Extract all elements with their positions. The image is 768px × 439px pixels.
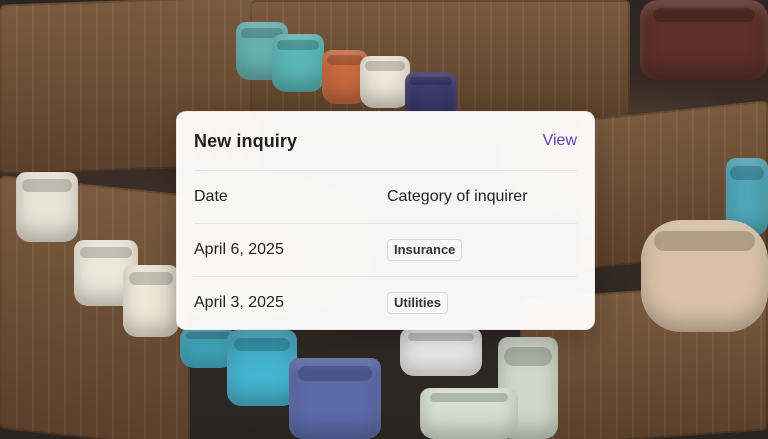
- new-inquiry-card: New inquiry View Date Category of inquir…: [176, 111, 595, 330]
- background-photo: New inquiry View Date Category of inquir…: [0, 0, 768, 439]
- ceramic-cup: [16, 172, 78, 242]
- ceramic-cup: [641, 220, 768, 332]
- view-link[interactable]: View: [543, 132, 577, 150]
- ceramic-cup: [640, 0, 768, 80]
- ceramic-cup: [289, 358, 381, 439]
- ceramic-cup: [227, 330, 297, 406]
- table-row: April 6, 2025 Insurance: [194, 224, 577, 277]
- row-date: April 6, 2025: [194, 241, 284, 258]
- column-header-date: Date: [194, 188, 228, 205]
- table-header-row: Date Category of inquirer: [194, 171, 577, 224]
- ceramic-cup: [420, 388, 518, 439]
- card-title: New inquiry: [194, 130, 298, 151]
- ceramic-cup: [360, 56, 410, 108]
- ceramic-cup: [400, 328, 482, 376]
- category-badge: Utilities: [387, 292, 448, 314]
- inquiries-table: Date Category of inquirer April 6, 2025 …: [194, 171, 577, 329]
- column-header-category: Category of inquirer: [387, 188, 528, 205]
- row-category: Insurance: [387, 239, 577, 261]
- table-row: April 3, 2025 Utilities: [194, 277, 577, 329]
- ceramic-cup: [123, 265, 179, 337]
- category-badge: Insurance: [387, 239, 463, 261]
- row-date: April 3, 2025: [194, 294, 284, 311]
- ceramic-cup: [272, 34, 324, 92]
- card-header: New inquiry View: [194, 112, 577, 171]
- row-category: Utilities: [387, 292, 577, 314]
